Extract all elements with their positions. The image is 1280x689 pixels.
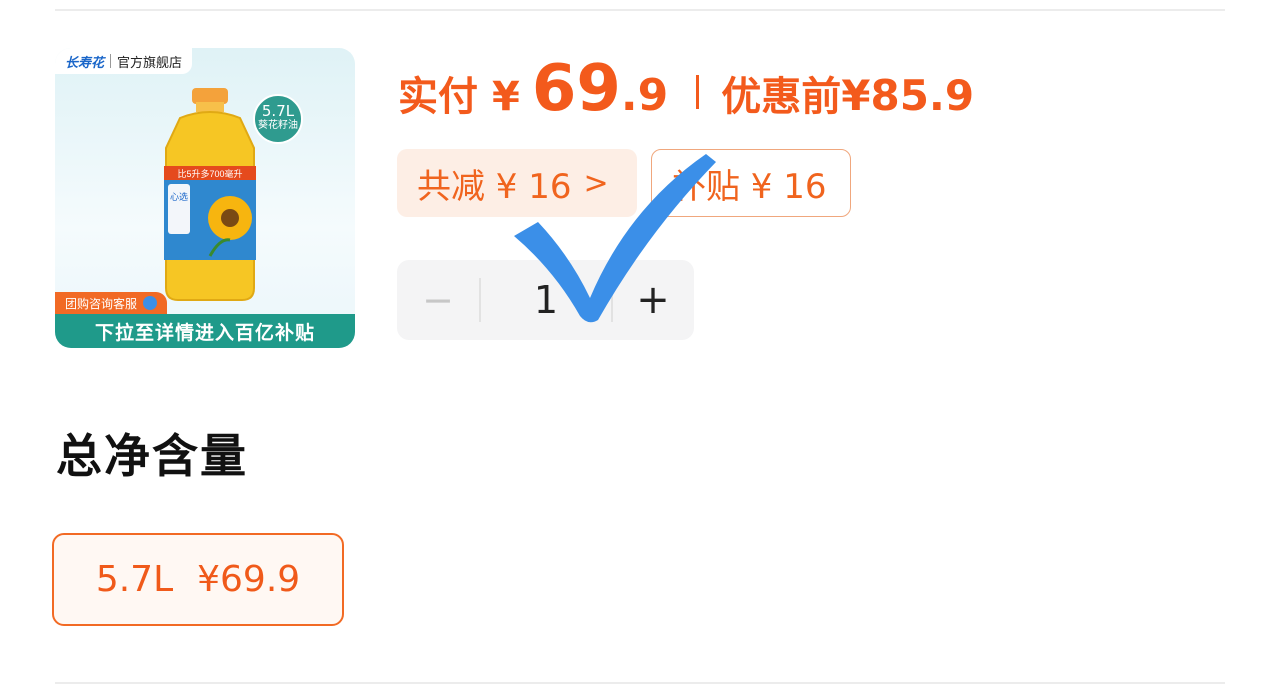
total-discount-text: 共减 ¥ 16 <box>417 166 572 207</box>
bottle-label-top: 比5升多700毫升 <box>177 168 242 179</box>
subsidy-tag: 补贴 ¥ 16 <box>651 149 851 217</box>
total-discount-tag[interactable]: 共减 ¥ 16 > <box>397 149 637 217</box>
price-separator <box>696 75 700 109</box>
subsidy-banner: 下拉至详情进入百亿补贴 <box>55 314 355 348</box>
price-line: 实付 ¥ 69 .9 优惠前 ¥85.9 <box>398 52 974 132</box>
customer-service-icon <box>143 296 158 310</box>
price-decimal: .9 <box>620 70 669 121</box>
top-divider <box>55 9 1225 11</box>
bottom-divider <box>55 682 1225 684</box>
option-size: 5.7L <box>95 559 174 600</box>
quantity-stepper: − 1 + <box>397 260 694 340</box>
store-label: 官方旗舰店 <box>117 55 183 71</box>
group-buy-promo: 团购咨询客服 <box>55 292 168 314</box>
original-price-label: 优惠前 <box>721 74 842 120</box>
subsidy-text: 补贴 ¥ 16 <box>672 166 827 207</box>
product-image[interactable]: 长寿花 官方旗舰店 比5升多700毫升 心选 5.7L 葵花籽油 团购咨询客服 … <box>55 48 355 348</box>
net-content-title: 总净含量 <box>56 429 248 483</box>
option-price: ¥69.9 <box>197 559 301 600</box>
size-option-selected[interactable]: 5.7L ¥69.9 <box>52 533 344 626</box>
decrement-button[interactable]: − <box>397 278 479 322</box>
brand-bar: 长寿花 官方旗舰店 <box>55 48 193 74</box>
paid-label: 实付 <box>398 74 478 120</box>
volume-badge-sub: 葵花籽油 <box>258 120 298 131</box>
oil-bottle-illustration: 比5升多700毫升 心选 <box>164 88 256 301</box>
volume-badge-value: 5.7L <box>261 102 295 120</box>
volume-badge: 5.7L 葵花籽油 <box>253 94 303 144</box>
brand-logo: 长寿花 <box>65 55 105 71</box>
increment-button[interactable]: + <box>613 277 693 323</box>
quantity-value[interactable]: 1 <box>481 278 611 322</box>
brand-separator <box>110 54 112 68</box>
price-integer: 69 <box>531 52 621 126</box>
chevron-right-icon: > <box>583 165 609 201</box>
bottle-label-name: 心选 <box>170 191 188 202</box>
original-price-value: ¥85.9 <box>841 71 975 120</box>
price-currency: ¥ <box>492 74 520 120</box>
group-buy-label: 团购咨询客服 <box>65 296 138 311</box>
